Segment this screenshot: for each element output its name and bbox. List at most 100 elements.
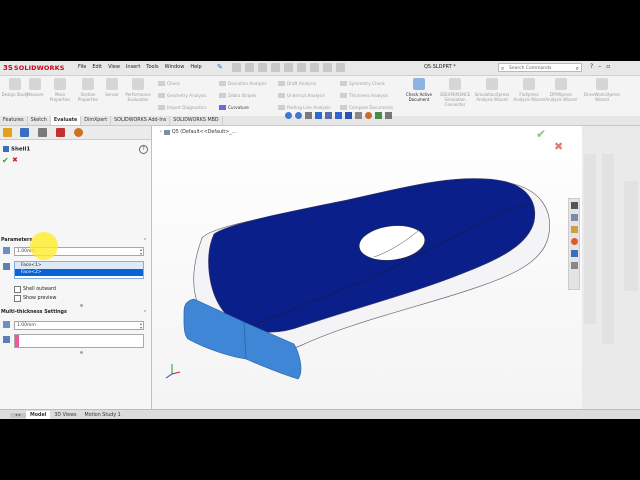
draft-analysis-button[interactable]: Draft Analysis [278,81,316,86]
parting-line-analysis-button[interactable]: Parting Line Analysis [278,105,330,110]
solidworks-logo[interactable]: 3S SOLIDWORKS [3,63,65,73]
select-icon[interactable] [310,63,319,72]
appearances-icon[interactable] [571,238,578,245]
tab-evaluate[interactable]: Evaluate [50,116,82,125]
undo-icon[interactable] [297,63,306,72]
cancel-icon[interactable]: ✖ [12,156,18,164]
spin-icon[interactable]: ▴ ▾ [140,248,142,256]
tab-model[interactable]: Model [25,410,51,419]
print-icon[interactable] [284,63,293,72]
custom-properties-icon[interactable] [571,250,578,257]
dimxpert-manager-icon[interactable] [56,128,65,137]
menu-file[interactable]: File [78,64,86,70]
pin-icon[interactable]: ✎ [217,63,223,71]
simulationxpress-button[interactable]: SimulationXpress Analysis Wizard [474,78,510,102]
tab-sketch[interactable]: Sketch [28,116,51,125]
menu-view[interactable]: View [108,64,120,70]
floxpress-button[interactable]: FloXpress Analysis Wizard [512,78,546,102]
shell-outward-checkbox[interactable]: Shell outward [14,286,56,293]
search-go-icon[interactable]: ⌕ [576,64,579,73]
tab-features[interactable]: Features [0,116,28,125]
check-icon [158,81,165,86]
dfmxpress-button[interactable]: DFMXpress Analysis Wizard [545,78,577,102]
zebra-stripes-button[interactable]: Zebra Stripes [219,93,256,98]
zoom-area-icon[interactable] [295,112,302,119]
performance-evaluation-button[interactable]: Performance Evaluation [121,78,155,102]
shell-icon [3,146,9,152]
previous-view-icon[interactable] [305,112,312,119]
menu-help[interactable]: Help [190,64,201,70]
undercut-analysis-button[interactable]: Undercut Analysis [278,93,325,98]
minimize-icon[interactable]: – [598,63,601,70]
multi-thickness-label: Multi-thickness Settings [1,310,67,315]
help-icon[interactable]: ? [590,63,593,70]
menu-edit[interactable]: Edit [92,64,102,70]
feature-title: Shell1 [3,146,30,153]
tab-addins[interactable]: SOLIDWORKS Add-Ins [111,116,171,125]
tab-mbd[interactable]: SOLIDWORKS MBD [170,116,223,125]
view-orientation-icon[interactable] [335,112,342,119]
apply-scene-icon[interactable] [375,112,382,119]
zoom-to-fit-icon[interactable] [285,112,292,119]
restore-icon[interactable]: ▫ [606,63,610,70]
dynamic-annotation-icon[interactable] [325,112,332,119]
collapse-icon: ⌃ [142,238,147,244]
show-preview-checkbox[interactable]: Show preview [14,295,56,302]
face-item-1[interactable]: Face<1> [15,262,143,269]
faces-to-remove-list[interactable]: Face<1> Face<2> [14,261,144,279]
rebuild-icon[interactable] [323,63,332,72]
view-settings-icon[interactable] [385,112,392,119]
check-button[interactable]: Check [158,81,180,86]
open-icon[interactable] [258,63,267,72]
save-icon[interactable] [271,63,280,72]
tab-3d-views[interactable]: 3D Views [50,411,80,420]
design-library-icon[interactable] [571,214,578,221]
parameters-header[interactable]: Parameters ⌃ [1,238,150,245]
confirmation-ok-icon[interactable]: ✔ [536,127,546,141]
file-explorer-icon[interactable] [571,226,578,233]
face-item-2[interactable]: Face<2> [15,269,143,276]
property-manager-icon[interactable] [20,128,29,137]
curvature-button[interactable]: Curvature [219,105,249,110]
edit-appearance-icon[interactable] [365,112,372,119]
new-icon[interactable] [245,63,254,72]
display-style-icon[interactable] [345,112,352,119]
feature-manager-icon[interactable] [3,128,12,137]
tab-scroll-icon[interactable]: ◂ ▸ [10,412,26,418]
multi-thickness-input[interactable]: 1.00mm ▴ ▾ [14,321,144,330]
model-view[interactable] [152,126,582,409]
menu-insert[interactable]: Insert [126,64,140,70]
multi-thickness-faces-list[interactable] [14,334,144,348]
confirmation-cancel-icon[interactable]: ✖ [554,140,563,153]
ok-icon[interactable]: ✔ [2,156,9,165]
view-palette-icon[interactable] [571,262,578,269]
driveworksxpress-button[interactable]: DriveWorksXpress Wizard [582,78,622,102]
symmetry-check-button[interactable]: Symmetry Check [340,81,385,86]
spin-icon[interactable]: ▴ ▾ [140,322,142,330]
resources-icon[interactable] [571,202,578,209]
thickness-analysis-button[interactable]: Thickness Analysis [340,93,388,98]
help-icon[interactable]: ? [139,145,148,154]
simulation-connector-button[interactable]: 3DEXPERIENCE Simulation Connector [437,78,473,107]
geometry-analysis-button[interactable]: Geometry Analysis [158,93,206,98]
tab-motion-study[interactable]: Motion Study 1 [81,411,125,420]
graphics-area[interactable]: › Q5 (Default<<Default>_... ✔ ✖ [152,112,582,409]
import-diagnostics-button[interactable]: Import Diagnostics [158,105,207,110]
mass-properties-button[interactable]: Mass Properties [45,78,75,102]
thickness-icon [3,247,10,254]
check-active-document-button[interactable]: Check Active Document [402,78,436,102]
compare-documents-button[interactable]: Compare Documents [340,105,393,110]
options-icon[interactable] [336,63,345,72]
menu-window[interactable]: Window [165,64,185,70]
tab-dimxpert[interactable]: DimXpert [81,116,112,125]
search-commands-input[interactable]: ⌕ Search Commands ⌕ [498,63,582,72]
menu-tools[interactable]: Tools [146,64,158,70]
configuration-manager-icon[interactable] [38,128,47,137]
section-view-icon[interactable] [315,112,322,119]
display-manager-icon[interactable] [74,128,83,137]
zebra-label: Zebra Stripes [228,93,257,98]
deviation-analysis-button[interactable]: Deviation Analysis [219,81,267,86]
hide-show-icon[interactable] [355,112,362,119]
home-icon[interactable] [232,63,241,72]
multi-thickness-header[interactable]: Multi-thickness Settings ⌃ [1,310,150,317]
